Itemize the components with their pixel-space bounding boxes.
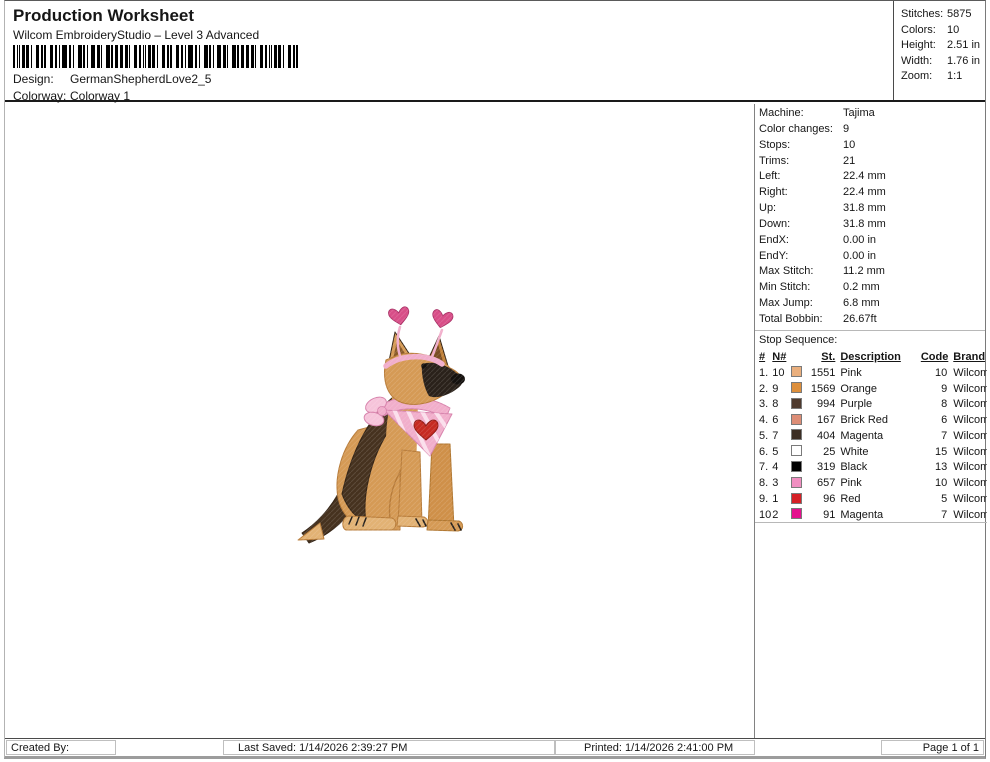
design-row: Design: GermanShepherdLove2_5: [13, 72, 211, 86]
machine-row: Right:22.4 mm: [755, 185, 985, 201]
col-header-description: Description: [840, 351, 901, 363]
stop-sequence-table: # N# St. Description Code Brand 1.101551…: [755, 349, 987, 523]
thread-color-swatch: [791, 398, 802, 409]
thread-color-swatch: [791, 382, 802, 393]
stop-row: 2.91569Orange9Wilcom: [755, 381, 987, 397]
worksheet-footer: Created By: Last Saved: 1/14/2026 2:39:2…: [5, 738, 985, 756]
design-stats-box: Stitches: 5875 Colors: 10 Height: 2.51 i…: [893, 1, 985, 100]
thread-color-swatch: [791, 429, 802, 440]
app-subtitle: Wilcom EmbroideryStudio – Level 3 Advanc…: [13, 28, 259, 42]
machine-row: Machine:Tajima: [755, 106, 985, 122]
machine-row: Color changes:9: [755, 122, 985, 138]
machine-row: Stops:10: [755, 138, 985, 154]
thread-color-swatch: [791, 445, 802, 456]
machine-row: Max Stitch:11.2 mm: [755, 264, 985, 280]
stop-sequence-header-row: # N# St. Description Code Brand: [755, 349, 987, 365]
machine-row: Up:31.8 mm: [755, 201, 985, 217]
machine-row: Down:31.8 mm: [755, 217, 985, 233]
stop-sequence-title: Stop Sequence:: [755, 331, 985, 349]
worksheet-header: Production Worksheet Wilcom EmbroiderySt…: [5, 1, 985, 102]
stop-row: 3.8994Purple8Wilcom: [755, 396, 987, 412]
worksheet-page: Production Worksheet Wilcom EmbroiderySt…: [4, 0, 986, 759]
stop-row: 7.4319Black13Wilcom: [755, 460, 987, 476]
machine-row: Max Jump:6.8 mm: [755, 296, 985, 312]
col-header-needle: N#: [772, 351, 786, 363]
page-number-field: Page 1 of 1: [881, 740, 984, 755]
stat-width: Width: 1.76 in: [901, 54, 985, 70]
col-header-code: Code: [921, 351, 949, 363]
thread-color-swatch: [791, 414, 802, 425]
last-saved-field: Last Saved: 1/14/2026 2:39:27 PM: [223, 740, 555, 755]
machine-info-panel: Machine:Tajima Color changes:9 Stops:10 …: [754, 104, 985, 738]
embroidery-design-preview: [296, 302, 471, 547]
stat-stitches: Stitches: 5875: [901, 7, 985, 23]
page-title: Production Worksheet: [13, 6, 194, 26]
design-label: Design:: [13, 72, 70, 86]
printed-field: Printed: 1/14/2026 2:41:00 PM: [555, 740, 755, 755]
design-canvas: [5, 104, 754, 738]
machine-row: Left:22.4 mm: [755, 169, 985, 185]
stop-row: 9.196Red5Wilcom: [755, 491, 987, 507]
machine-row: Total Bobbin:26.67ft: [755, 312, 985, 328]
machine-row: EndX:0.00 in: [755, 233, 985, 249]
colorway-row: Colorway: Colorway 1: [13, 89, 130, 103]
col-header-stitches: St.: [821, 351, 835, 363]
stat-height: Height: 2.51 in: [901, 38, 985, 54]
stop-row: 5.7404Magenta7Wilcom: [755, 428, 987, 444]
stop-row: 8.3657Pink10Wilcom: [755, 475, 987, 491]
stop-row: 10.291Magenta7Wilcom: [755, 507, 987, 523]
stat-colors: Colors: 10: [901, 23, 985, 39]
col-header-brand: Brand: [953, 351, 985, 363]
machine-row: Min Stitch:0.2 mm: [755, 280, 985, 296]
colorway-label: Colorway:: [13, 89, 70, 103]
design-name: GermanShepherdLove2_5: [70, 72, 211, 86]
thread-color-swatch: [791, 366, 802, 377]
col-header-num: #: [759, 351, 765, 363]
stop-sequence-section: Stop Sequence: # N# St. Description Code…: [755, 330, 985, 523]
stat-zoom: Zoom: 1:1: [901, 69, 985, 85]
stop-row: 1.101551Pink10Wilcom: [755, 365, 987, 381]
thread-color-swatch: [791, 461, 802, 472]
design-barcode: [13, 45, 300, 68]
machine-info-table: Machine:Tajima Color changes:9 Stops:10 …: [755, 104, 985, 328]
stop-row: 6.525White15Wilcom: [755, 444, 987, 460]
stop-row: 4.6167Brick Red6Wilcom: [755, 412, 987, 428]
colorway-name: Colorway 1: [70, 89, 130, 103]
machine-row: Trims:21: [755, 154, 985, 170]
created-by-field: Created By:: [6, 740, 116, 755]
thread-color-swatch: [791, 477, 802, 488]
thread-color-swatch: [791, 493, 802, 504]
thread-color-swatch: [791, 508, 802, 519]
machine-row: EndY:0.00 in: [755, 249, 985, 265]
